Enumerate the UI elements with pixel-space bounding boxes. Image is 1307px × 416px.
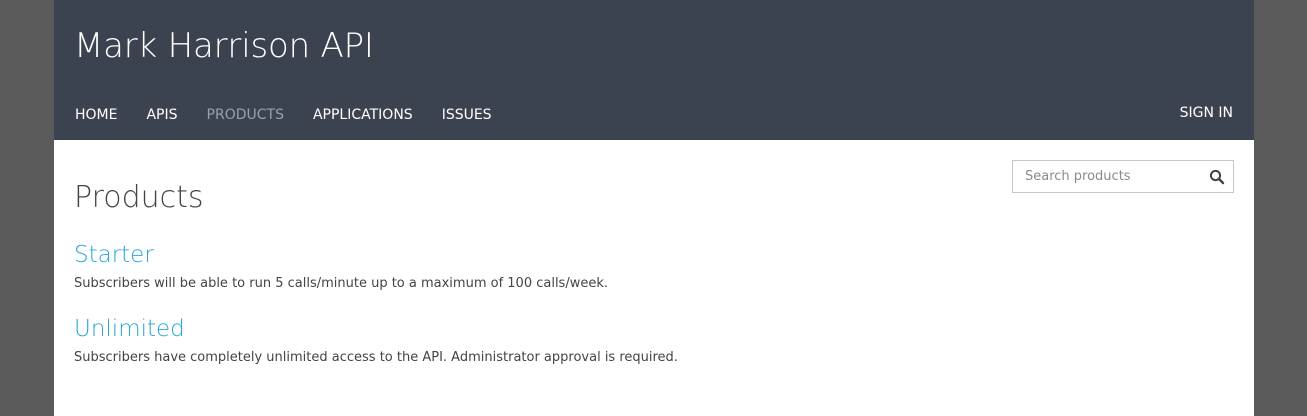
nav-products[interactable]: PRODUCTS bbox=[207, 107, 284, 123]
search-icon[interactable] bbox=[1209, 169, 1225, 185]
site-title[interactable]: Mark Harrison API bbox=[74, 26, 374, 66]
product-link-unlimited[interactable]: Unlimited bbox=[74, 316, 678, 342]
search-box bbox=[1012, 160, 1234, 193]
nav-issues[interactable]: ISSUES bbox=[442, 107, 492, 123]
product-description: Subscribers have completely unlimited ac… bbox=[74, 350, 678, 365]
nav-home[interactable]: HOME bbox=[75, 107, 117, 123]
product-item: Starter Subscribers will be able to run … bbox=[74, 242, 608, 291]
nav-apis[interactable]: APIS bbox=[146, 107, 177, 123]
page-container: Mark Harrison API HOME APIS PRODUCTS APP… bbox=[54, 0, 1254, 416]
site-header: Mark Harrison API HOME APIS PRODUCTS APP… bbox=[54, 0, 1254, 140]
product-description: Subscribers will be able to run 5 calls/… bbox=[74, 276, 609, 291]
sign-in-link[interactable]: SIGN IN bbox=[1180, 105, 1233, 121]
page-title: Products bbox=[74, 180, 204, 215]
product-item: Unlimited Subscribers have completely un… bbox=[74, 316, 678, 365]
search-input[interactable] bbox=[1013, 161, 1201, 192]
nav-applications[interactable]: APPLICATIONS bbox=[313, 107, 413, 123]
main-nav: HOME APIS PRODUCTS APPLICATIONS ISSUES bbox=[75, 105, 521, 125]
product-link-starter[interactable]: Starter bbox=[74, 242, 608, 268]
